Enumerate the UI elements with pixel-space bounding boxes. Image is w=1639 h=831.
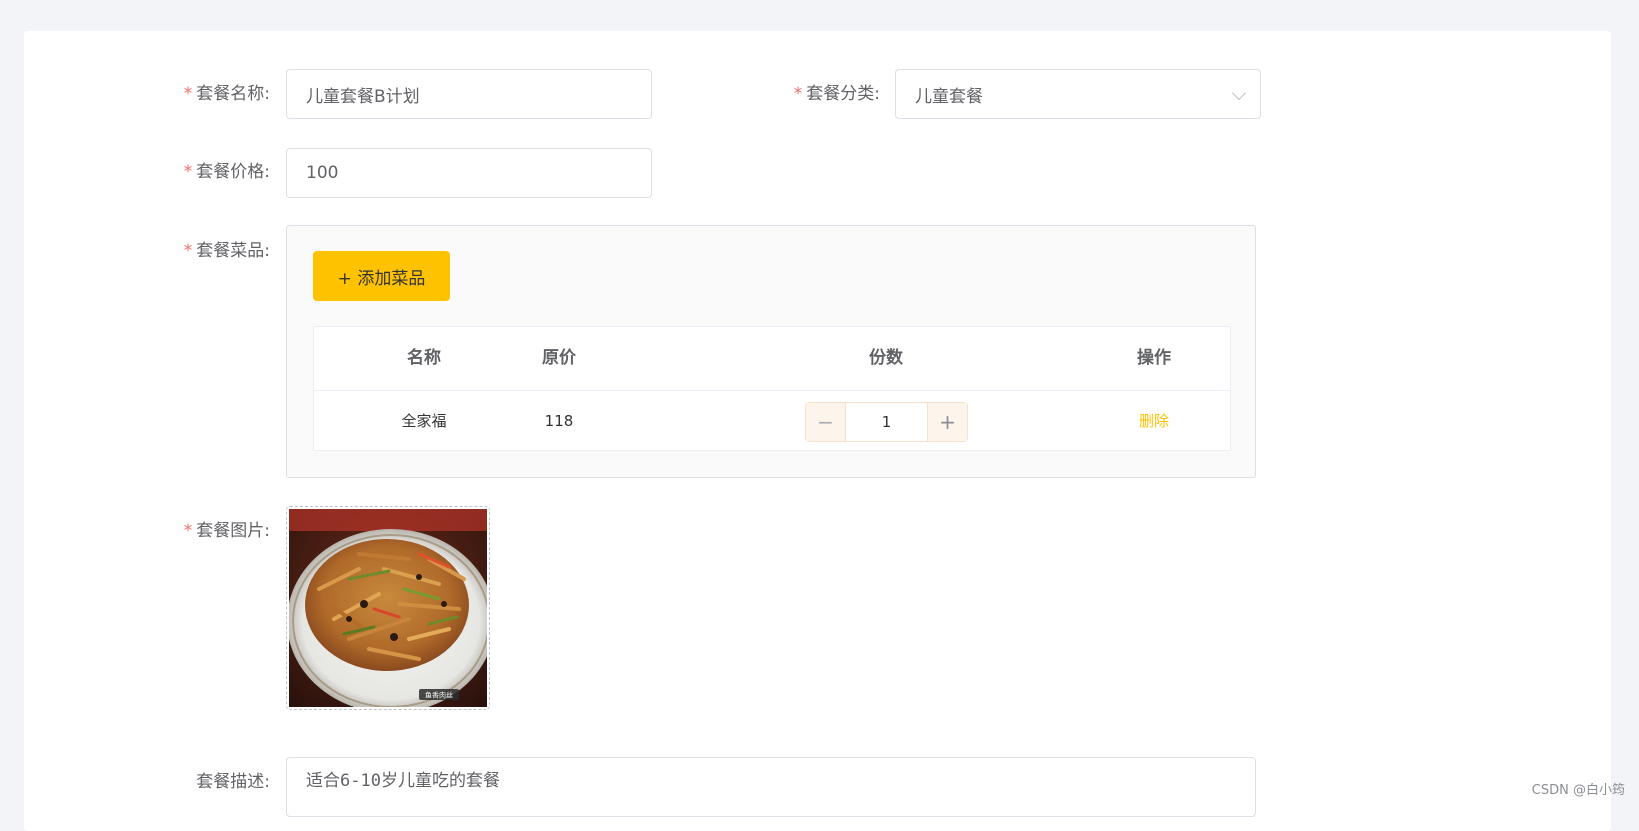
col-header-action: 操作 [1137,348,1171,368]
image-uploader[interactable]: 鱼香肉丝 [286,506,490,710]
minus-icon: − [817,410,834,434]
col-header-price: 原价 [542,348,576,368]
add-dish-button[interactable]: + 添加菜品 [313,251,450,301]
increment-button[interactable]: + [927,403,967,441]
delete-link[interactable]: 删除 [1084,391,1224,451]
col-header-copies: 份数 [869,348,903,368]
quantity-input[interactable]: 1 [846,403,927,441]
description-textarea[interactable]: 适合6-10岁儿童吃的套餐 [286,757,1256,817]
dishes-panel: + 添加菜品 名称 原价 份数 操作 全家福 118 − 1 + 删除 [286,225,1256,478]
price-label: * 套餐价格: [183,162,270,182]
chevron-down-icon [1231,85,1247,101]
watermark: CSDN @白小筠 [1531,783,1625,798]
photo-caption: 鱼香肉丝 [425,691,453,700]
price-input[interactable]: 100 [286,148,652,198]
category-label: * 套餐分类: [793,84,880,104]
dish-photo: 鱼香肉丝 [289,509,487,707]
description-label: 套餐描述: [196,772,270,792]
image-label: * 套餐图片: [183,521,270,541]
col-header-name: 名称 [407,348,441,368]
category-select[interactable]: 儿童套餐 [895,69,1261,119]
dish-price-cell: 118 [544,412,574,430]
decrement-button[interactable]: − [806,403,846,441]
name-input[interactable]: 儿童套餐B计划 [286,69,652,119]
quantity-stepper: − 1 + [805,402,968,442]
dish-table: 名称 原价 份数 操作 全家福 118 − 1 + 删除 [313,326,1231,451]
name-label: * 套餐名称: [183,84,270,104]
dishes-label: * 套餐菜品: [183,241,270,261]
plus-icon: + [939,410,956,434]
dish-name-cell: 全家福 [401,412,447,430]
